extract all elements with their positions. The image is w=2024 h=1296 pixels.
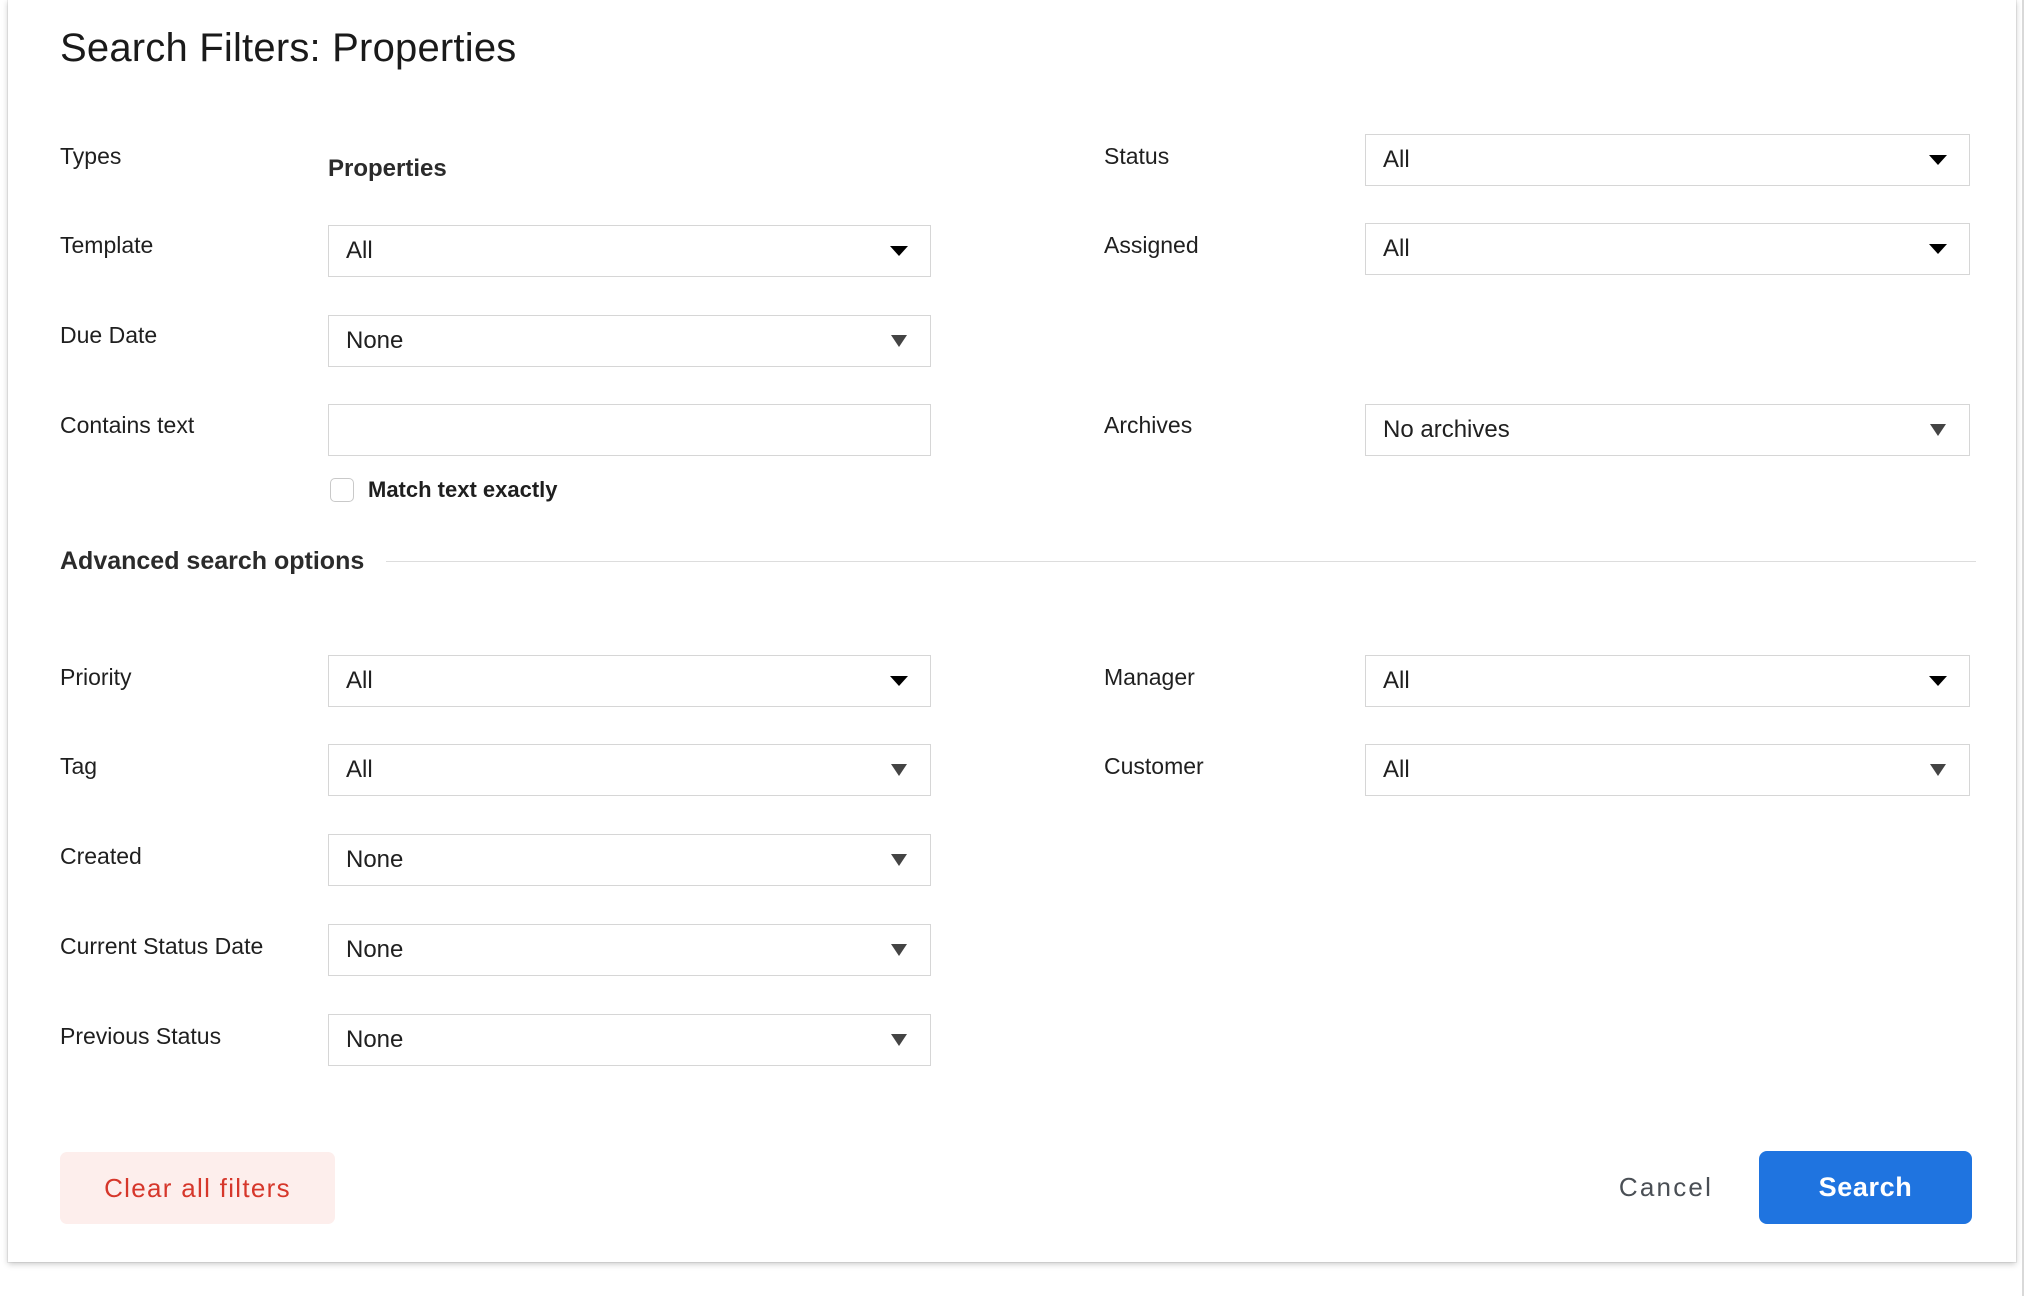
label-customer: Customer: [1104, 753, 1204, 779]
chevron-down-icon: [1930, 424, 1946, 436]
filters-form: Types Properties Template All Due Date N…: [8, 0, 2016, 1262]
match-text-exactly-checkbox[interactable]: [330, 478, 354, 502]
chevron-down-icon: [891, 1034, 907, 1046]
chevron-down-icon: [890, 246, 908, 256]
current-status-date-select-value: None: [346, 936, 404, 963]
archives-select-value: No archives: [1383, 416, 1510, 443]
previous-status-select[interactable]: None: [328, 1014, 931, 1066]
chevron-down-icon: [891, 854, 907, 866]
due-date-select-value: None: [346, 327, 404, 354]
divider: [386, 561, 1976, 562]
label-status: Status: [1104, 143, 1170, 169]
template-select-value: All: [346, 237, 373, 264]
label-manager: Manager: [1104, 664, 1195, 690]
label-current-status-date: Current Status Date: [60, 933, 264, 959]
label-types: Types: [60, 143, 122, 169]
due-date-select[interactable]: None: [328, 315, 931, 367]
status-select-value: All: [1383, 146, 1410, 173]
cancel-button[interactable]: Cancel: [1586, 1160, 1746, 1215]
chevron-down-icon: [1929, 155, 1947, 165]
clear-all-filters-button[interactable]: Clear all filters: [60, 1152, 335, 1224]
tag-select-value: All: [346, 756, 373, 783]
label-template: Template: [60, 232, 154, 258]
customer-select-value: All: [1383, 756, 1410, 783]
chevron-down-icon: [891, 764, 907, 776]
chevron-down-icon: [1929, 676, 1947, 686]
advanced-search-options-title: Advanced search options: [60, 547, 365, 575]
match-text-exactly-checkbox-row[interactable]: Match text exactly: [330, 477, 558, 503]
manager-select[interactable]: All: [1365, 655, 1970, 707]
label-previous-status: Previous Status: [60, 1023, 222, 1049]
label-tag: Tag: [60, 753, 98, 779]
chevron-down-icon: [890, 676, 908, 686]
advanced-search-options-header: Advanced search options: [60, 547, 1976, 576]
search-button[interactable]: Search: [1759, 1151, 1972, 1224]
customer-select[interactable]: All: [1365, 744, 1970, 796]
label-assigned: Assigned: [1104, 232, 1199, 258]
chevron-down-icon: [1930, 764, 1946, 776]
label-priority: Priority: [60, 664, 132, 690]
current-status-date-select[interactable]: None: [328, 924, 931, 976]
chevron-down-icon: [1929, 244, 1947, 254]
archives-select[interactable]: No archives: [1365, 404, 1970, 456]
previous-status-select-value: None: [346, 1026, 404, 1053]
status-select[interactable]: All: [1365, 134, 1970, 186]
assigned-select-value: All: [1383, 235, 1410, 262]
chevron-down-icon: [891, 944, 907, 956]
screen-root: Search Filters: Properties Types Propert…: [0, 0, 2024, 1296]
label-due-date: Due Date: [60, 322, 158, 348]
match-text-exactly-label: Match text exactly: [368, 477, 558, 502]
label-contains-text: Contains text: [60, 412, 195, 438]
search-filters-dialog: Search Filters: Properties Types Propert…: [8, 0, 2016, 1262]
label-created: Created: [60, 843, 142, 869]
priority-select[interactable]: All: [328, 655, 931, 707]
created-select[interactable]: None: [328, 834, 931, 886]
manager-select-value: All: [1383, 667, 1410, 694]
contains-text-input[interactable]: [328, 404, 931, 456]
chevron-down-icon: [891, 335, 907, 347]
tag-select[interactable]: All: [328, 744, 931, 796]
created-select-value: None: [346, 846, 404, 873]
label-archives: Archives: [1104, 412, 1193, 438]
assigned-select[interactable]: All: [1365, 223, 1970, 275]
priority-select-value: All: [346, 667, 373, 694]
value-types: Properties: [328, 155, 447, 182]
template-select[interactable]: All: [328, 225, 931, 277]
